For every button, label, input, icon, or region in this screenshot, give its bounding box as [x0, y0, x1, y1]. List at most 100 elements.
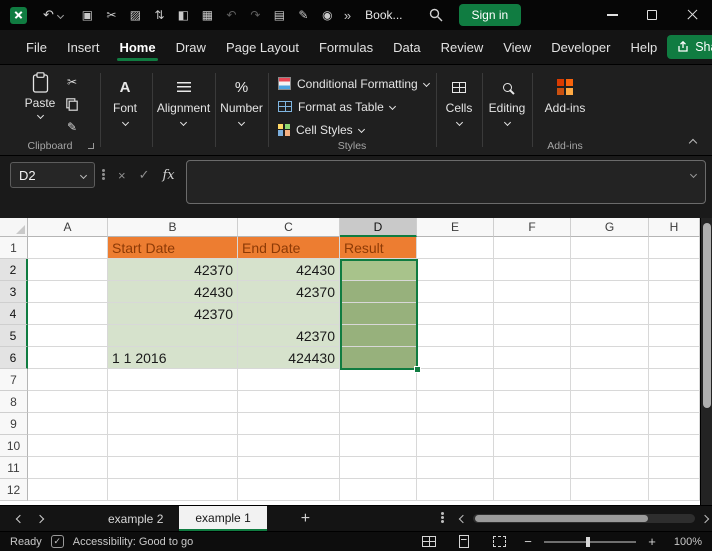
cell-A8[interactable] [28, 391, 108, 413]
sheet-nav-left-icon[interactable] [10, 516, 30, 522]
cell-B1[interactable]: Start Date [108, 237, 238, 259]
cell-G11[interactable] [571, 457, 649, 479]
cell-H12[interactable] [649, 479, 700, 501]
name-box-dropdown-icon[interactable] [80, 171, 87, 178]
normal-view-icon[interactable] [416, 536, 442, 547]
cell-G12[interactable] [571, 479, 649, 501]
cell-E1[interactable] [417, 237, 494, 259]
cell-B4[interactable]: 42370 [108, 303, 238, 325]
row-header-10[interactable]: 10 [0, 435, 28, 457]
cell-A2[interactable] [28, 259, 108, 281]
horizontal-scrollbar[interactable] [460, 514, 708, 523]
cell-G9[interactable] [571, 413, 649, 435]
picture-icon[interactable]: ▨ [129, 8, 142, 22]
row-header-11[interactable]: 11 [0, 457, 28, 479]
minimize-button[interactable] [592, 0, 632, 30]
cell-A10[interactable] [28, 435, 108, 457]
cell-C2[interactable]: 42430 [238, 259, 340, 281]
row-header-1[interactable]: 1 [0, 237, 28, 259]
maximize-button[interactable] [632, 0, 672, 30]
ribbon-tab-review[interactable]: Review [431, 31, 494, 64]
cell-A12[interactable] [28, 479, 108, 501]
cell-D11[interactable] [340, 457, 417, 479]
cell-C8[interactable] [238, 391, 340, 413]
cell-H1[interactable] [649, 237, 700, 259]
ribbon-tab-view[interactable]: View [493, 31, 541, 64]
page-break-view-icon[interactable] [486, 536, 512, 547]
cell-E6[interactable] [417, 347, 494, 369]
row-header-5[interactable]: 5 [0, 325, 28, 347]
add-sheet-button[interactable]: + [301, 510, 310, 528]
cells-group-button[interactable]: Cells [436, 78, 482, 125]
cell-G2[interactable] [571, 259, 649, 281]
insert-function-icon[interactable]: fx [163, 168, 175, 183]
font-group-button[interactable]: A Font [98, 78, 152, 125]
cell-F7[interactable] [494, 369, 571, 391]
cell-B2[interactable]: 42370 [108, 259, 238, 281]
cell-C4[interactable] [238, 303, 340, 325]
undo-dropdown-icon[interactable] [57, 11, 64, 18]
editing-group-button[interactable]: Editing [482, 78, 532, 125]
page-layout-view-icon[interactable] [451, 535, 477, 548]
row-header-12[interactable]: 12 [0, 479, 28, 501]
row-header-6[interactable]: 6 [0, 347, 28, 369]
zoom-slider[interactable] [544, 541, 636, 543]
ribbon-tab-data[interactable]: Data [383, 31, 430, 64]
document-icon[interactable]: ▤ [273, 8, 286, 22]
cell-G10[interactable] [571, 435, 649, 457]
cell-E3[interactable] [417, 281, 494, 303]
cell-F9[interactable] [494, 413, 571, 435]
row-header-4[interactable]: 4 [0, 303, 28, 325]
cell-H9[interactable] [649, 413, 700, 435]
cell-F2[interactable] [494, 259, 571, 281]
cell-F3[interactable] [494, 281, 571, 303]
sign-in-button[interactable]: Sign in [459, 4, 522, 26]
zoom-level[interactable]: 100% [668, 536, 702, 548]
cell-F8[interactable] [494, 391, 571, 413]
cell-E4[interactable] [417, 303, 494, 325]
cell-D4[interactable] [340, 303, 417, 325]
cell-H10[interactable] [649, 435, 700, 457]
cell-C1[interactable]: End Date [238, 237, 340, 259]
enter-icon[interactable]: ✓ [139, 167, 150, 183]
fill-color-icon[interactable]: ◧ [177, 8, 190, 22]
cell-B7[interactable] [108, 369, 238, 391]
ribbon-tab-help[interactable]: Help [620, 31, 667, 64]
ribbon-tab-page-layout[interactable]: Page Layout [216, 31, 309, 64]
camera-icon[interactable]: ◉ [321, 8, 334, 22]
back-icon[interactable]: ↶ [225, 8, 238, 22]
cell-B10[interactable] [108, 435, 238, 457]
undo-icon[interactable]: ↶ [43, 7, 54, 23]
cell-A6[interactable] [28, 347, 108, 369]
cell-D5[interactable] [340, 325, 417, 347]
name-box[interactable]: D2 [10, 162, 95, 188]
cell-G7[interactable] [571, 369, 649, 391]
ribbon-tab-file[interactable]: File [16, 31, 57, 64]
cell-H2[interactable] [649, 259, 700, 281]
vertical-scrollbar[interactable] [700, 218, 712, 505]
formula-bar-expand-icon[interactable] [690, 171, 697, 178]
add-ins-button[interactable]: Add-ins [534, 78, 596, 115]
cell-C9[interactable] [238, 413, 340, 435]
ribbon-tab-insert[interactable]: Insert [57, 31, 110, 64]
cell-F12[interactable] [494, 479, 571, 501]
cell-D9[interactable] [340, 413, 417, 435]
cell-E11[interactable] [417, 457, 494, 479]
cell-E8[interactable] [417, 391, 494, 413]
row-header-8[interactable]: 8 [0, 391, 28, 413]
cell-C10[interactable] [238, 435, 340, 457]
cell-H7[interactable] [649, 369, 700, 391]
hscroll-right-icon[interactable] [701, 514, 709, 522]
clipboard-icon[interactable]: ▣ [81, 8, 94, 22]
ribbon-tab-formulas[interactable]: Formulas [309, 31, 383, 64]
sort-icon[interactable]: ⇅ [153, 8, 166, 22]
cell-C5[interactable]: 42370 [238, 325, 340, 347]
cell-H6[interactable] [649, 347, 700, 369]
cell-C6[interactable]: 424430 [238, 347, 340, 369]
format-painter-icon[interactable]: ✎ [67, 120, 77, 134]
hscroll-left-icon[interactable] [459, 514, 467, 522]
cell-H8[interactable] [649, 391, 700, 413]
cell-A3[interactable] [28, 281, 108, 303]
cell-D3[interactable] [340, 281, 417, 303]
conditional-formatting-button[interactable]: Conditional Formatting [278, 74, 429, 93]
